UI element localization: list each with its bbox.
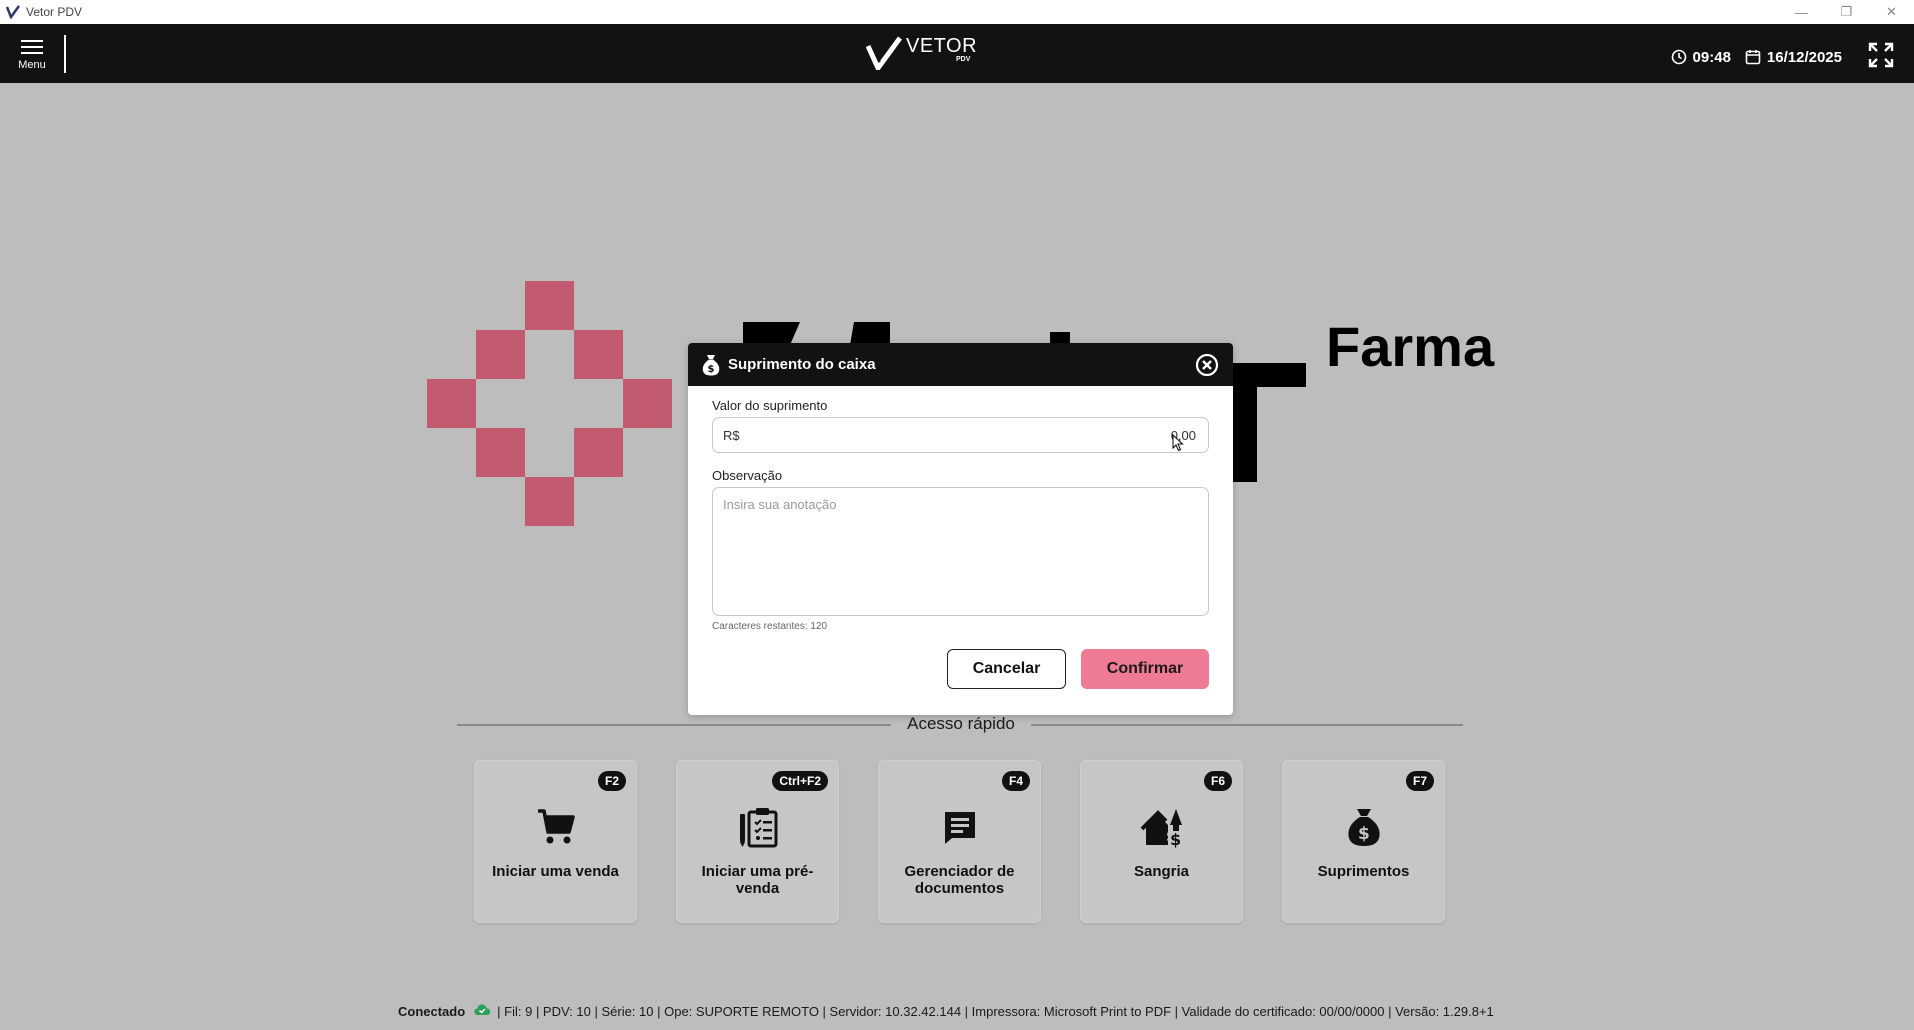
status-details: | Fil: 9 | PDV: 10 | Série: 10 | Ope: SU… (497, 1004, 1494, 1019)
minimize-button[interactable]: — (1779, 0, 1824, 24)
dialog-title: Suprimento do caixa (728, 356, 876, 373)
date: 16/12/2025 (1745, 49, 1842, 66)
document-manager-icon (942, 805, 978, 849)
hamburger-icon (21, 36, 43, 54)
menu-button[interactable]: Menu (14, 32, 50, 76)
pre-sale-clipboard-icon (738, 805, 778, 849)
divider-right (1031, 724, 1463, 726)
quick-card-gerenciador-documentos[interactable]: F4 Gerenciador de documentos (878, 760, 1041, 923)
calendar-icon (1745, 50, 1761, 65)
date-text: 16/12/2025 (1766, 48, 1842, 66)
characters-remaining: Caracteres restantes: 120 (712, 621, 828, 632)
status-bar: Conectado | Fil: 9 | PDV: 10 | Série: 10… (398, 1003, 1494, 1020)
quick-card-suprimentos[interactable]: F7 $ Suprimentos (1282, 760, 1445, 923)
card-label: Gerenciador de documentos (904, 863, 1015, 897)
menu-label: Menu (18, 59, 46, 71)
header-divider (64, 35, 66, 73)
pharmacy-cross-icon (427, 281, 672, 526)
currency-prefix: R$ (723, 427, 740, 443)
quick-card-iniciar-pre-venda[interactable]: Ctrl+F2 Iniciar uma pré-venda (676, 760, 839, 923)
shortcut-badge: F2 (597, 771, 626, 791)
brand-sub: PDV (956, 56, 971, 63)
fullscreen-toggle[interactable] (1868, 42, 1894, 72)
brand-name: VETOR (906, 35, 978, 57)
restore-button[interactable]: ❐ (1824, 0, 1869, 24)
clock: 09:48 (1671, 49, 1731, 66)
dialog-close-button[interactable] (1195, 353, 1219, 377)
quick-access-cards: F2 Iniciar uma venda Ctrl+F2 Iniciar uma… (474, 760, 1484, 923)
window-titlebar: Vetor PDV — ❐ ✕ (0, 0, 1914, 24)
connection-status: Conectado (398, 1004, 466, 1019)
quick-card-iniciar-venda[interactable]: F2 Iniciar uma venda (474, 760, 637, 923)
vetor-v-icon (866, 36, 902, 70)
app-logo-icon (4, 3, 22, 21)
cart-icon (536, 805, 576, 849)
clock-icon (1671, 49, 1686, 65)
observation-textarea[interactable]: Insira sua anotação (712, 487, 1209, 616)
shortcut-badge: F7 (1405, 771, 1434, 791)
observation-placeholder: Insira sua anotação (723, 497, 837, 512)
money-bag-icon: $ (702, 354, 720, 375)
cancel-button[interactable]: Cancelar (947, 649, 1066, 689)
cloud-connected-icon (473, 1003, 491, 1020)
window-title: Vetor PDV (26, 5, 83, 19)
mouse-cursor-icon (1172, 434, 1184, 452)
time-text: 09:48 (1692, 48, 1731, 66)
farma-wordmark: Farma (1326, 315, 1495, 378)
cash-out-house-icon: $ $ (1140, 805, 1184, 849)
svg-text:$: $ (1358, 824, 1370, 844)
close-circle-icon (1195, 353, 1219, 377)
money-bag-icon: $ (1346, 805, 1382, 849)
svg-text:$: $ (708, 364, 715, 375)
divider-left (457, 724, 891, 726)
app-header: Menu VETOR PDV 09:48 16/12/2025 (0, 24, 1914, 83)
dialog-header: $ Suprimento do caixa (688, 343, 1233, 386)
value-label: Valor do suprimento (712, 398, 828, 413)
close-window-button[interactable]: ✕ (1869, 0, 1914, 24)
fullscreen-icon (1868, 42, 1894, 68)
shortcut-badge: F4 (1001, 771, 1030, 791)
quick-card-sangria[interactable]: F6 $ $ Sangria (1080, 760, 1243, 923)
quick-access-title: Acesso rápido (907, 714, 1015, 733)
confirm-button[interactable]: Confirmar (1081, 649, 1209, 689)
shortcut-badge: F6 (1203, 771, 1232, 791)
card-label: Sangria (1133, 863, 1190, 880)
shortcut-badge: Ctrl+F2 (772, 771, 828, 791)
brand-logo: VETOR PDV (866, 36, 977, 70)
card-label: Suprimentos (1317, 863, 1410, 880)
observation-label: Observação (712, 468, 783, 483)
value-input[interactable]: R$ 0,00 (712, 417, 1209, 453)
suprimento-dialog: $ Suprimento do caixa Valor do supriment… (688, 343, 1233, 715)
svg-text:$: $ (1170, 830, 1181, 849)
card-label: Iniciar uma venda (492, 863, 619, 880)
card-label: Iniciar uma pré-venda (701, 863, 814, 897)
